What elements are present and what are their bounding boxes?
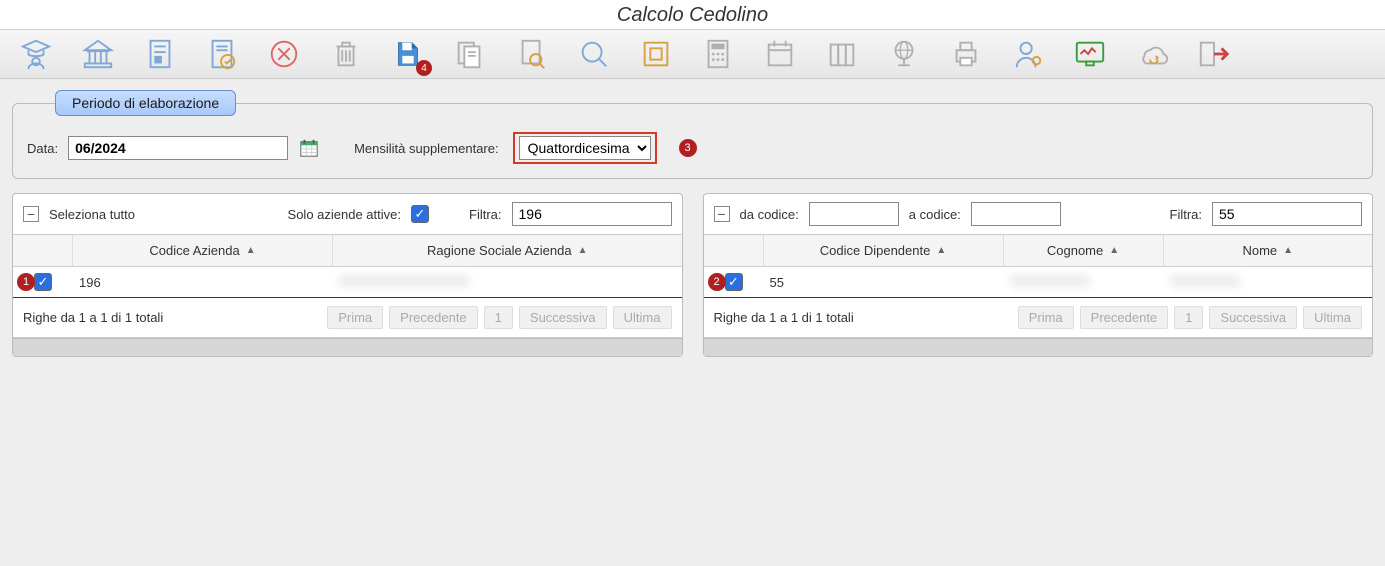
archive-icon[interactable] <box>824 36 860 72</box>
calendar-picker-icon[interactable] <box>298 137 320 159</box>
monitor-chart-icon[interactable] <box>1072 36 1108 72</box>
select-all-toggle[interactable]: − <box>23 206 39 222</box>
cell-codice-azienda: 196 <box>73 269 333 296</box>
from-code-input[interactable] <box>809 202 899 226</box>
row-checkbox[interactable]: ✓ <box>34 273 52 291</box>
employees-panel: − da codice: a codice: Filtra: Codice Di… <box>703 193 1374 357</box>
exit-icon[interactable] <box>1196 36 1232 72</box>
save-icon[interactable]: 4 <box>390 36 426 72</box>
marker-2: 2 <box>708 273 726 291</box>
trash-icon[interactable] <box>328 36 364 72</box>
companies-panel: − Seleziona tutto Solo aziende attive: ✓… <box>12 193 683 357</box>
date-label: Data: <box>27 141 58 156</box>
supplementary-select-highlight: Quattordicesima <box>513 132 657 164</box>
pager-first[interactable]: Prima <box>327 306 383 329</box>
cell-ragione-sociale <box>333 268 682 297</box>
sort-asc-icon: ▲ <box>578 245 588 256</box>
sort-asc-icon: ▲ <box>1283 245 1293 256</box>
filter-label-left: Filtra: <box>469 207 502 222</box>
filter-input-right[interactable] <box>1212 202 1362 226</box>
col-cognome[interactable]: Cognome▲ <box>1004 235 1164 267</box>
bank-icon[interactable] <box>80 36 116 72</box>
select-all-toggle-right[interactable]: − <box>714 206 730 222</box>
cell-nome <box>1164 268 1373 297</box>
calendar-icon[interactable] <box>762 36 798 72</box>
window-title: Calcolo Cedolino <box>0 0 1385 29</box>
save-badge: 4 <box>416 60 432 76</box>
col-select <box>13 235 73 267</box>
user-gear-icon[interactable] <box>1010 36 1046 72</box>
square-target-icon[interactable] <box>638 36 674 72</box>
period-fieldset: Periodo di elaborazione Data: Mensilità … <box>12 103 1373 179</box>
calculator-icon[interactable] <box>700 36 736 72</box>
period-legend: Periodo di elaborazione <box>55 90 236 116</box>
filter-label-right: Filtra: <box>1170 207 1203 222</box>
col-nome[interactable]: Nome▲ <box>1164 235 1373 267</box>
col-select-right <box>704 235 764 267</box>
cell-codice-dipendente: 55 <box>764 269 1004 296</box>
pager-info-right: Righe da 1 a 1 di 1 totali <box>714 310 1012 325</box>
table-row[interactable]: 2 ✓ 55 <box>704 267 1373 298</box>
file-list-icon[interactable] <box>142 36 178 72</box>
pager-first[interactable]: Prima <box>1018 306 1074 329</box>
marker-3: 3 <box>679 139 697 157</box>
copy-doc-icon[interactable] <box>452 36 488 72</box>
active-only-checkbox[interactable]: ✓ <box>411 205 429 223</box>
search-doc-icon[interactable] <box>514 36 550 72</box>
main-toolbar: 4 <box>0 29 1385 79</box>
pager-last[interactable]: Ultima <box>613 306 672 329</box>
cloud-sync-icon[interactable] <box>1134 36 1170 72</box>
supplementary-select[interactable]: Quattordicesima <box>519 136 651 160</box>
magnifier-icon[interactable] <box>576 36 612 72</box>
col-codice-azienda[interactable]: Codice Azienda▲ <box>73 235 333 267</box>
file-check-icon[interactable] <box>204 36 240 72</box>
date-input[interactable] <box>68 136 288 160</box>
cancel-circle-icon[interactable] <box>266 36 302 72</box>
pager-page[interactable]: 1 <box>1174 306 1203 329</box>
panel-scrollbar[interactable] <box>704 338 1373 356</box>
marker-1: 1 <box>17 273 35 291</box>
graduate-icon[interactable] <box>18 36 54 72</box>
sort-asc-icon: ▲ <box>1109 245 1119 256</box>
col-codice-dipendente[interactable]: Codice Dipendente▲ <box>764 235 1004 267</box>
pager-next[interactable]: Successiva <box>1209 306 1297 329</box>
active-only-label: Solo aziende attive: <box>288 207 401 222</box>
col-ragione-sociale[interactable]: Ragione Sociale Azienda▲ <box>333 235 682 267</box>
panel-scrollbar[interactable] <box>13 338 682 356</box>
row-checkbox[interactable]: ✓ <box>725 273 743 291</box>
pager-last[interactable]: Ultima <box>1303 306 1362 329</box>
table-row[interactable]: 1 ✓ 196 <box>13 267 682 298</box>
pager-info-left: Righe da 1 a 1 di 1 totali <box>23 310 321 325</box>
to-code-input[interactable] <box>971 202 1061 226</box>
filter-input-left[interactable] <box>512 202 672 226</box>
printer-icon[interactable] <box>948 36 984 72</box>
globe-icon[interactable] <box>886 36 922 72</box>
pager-prev[interactable]: Precedente <box>1080 306 1169 329</box>
pager-prev[interactable]: Precedente <box>389 306 478 329</box>
sort-asc-icon: ▲ <box>936 245 946 256</box>
sort-asc-icon: ▲ <box>246 245 256 256</box>
select-all-label: Seleziona tutto <box>49 207 135 222</box>
to-code-label: a codice: <box>909 207 961 222</box>
from-code-label: da codice: <box>740 207 799 222</box>
cell-cognome <box>1004 268 1164 297</box>
pager-page[interactable]: 1 <box>484 306 513 329</box>
pager-next[interactable]: Successiva <box>519 306 607 329</box>
supplementary-label: Mensilità supplementare: <box>354 141 499 156</box>
